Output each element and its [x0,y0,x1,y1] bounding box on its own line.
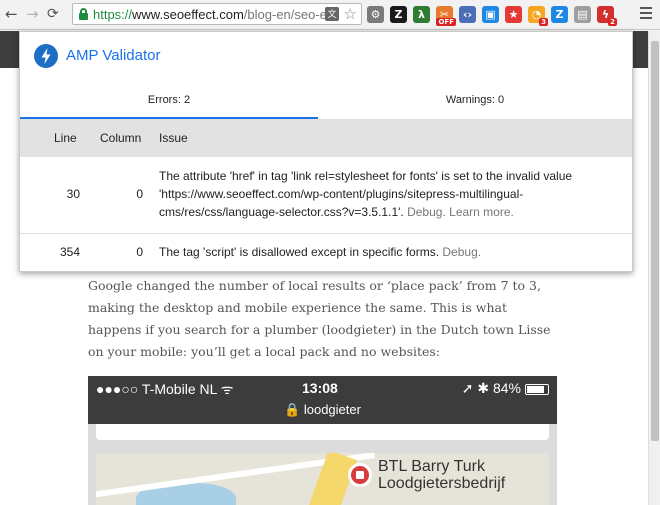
map-label: BTL Barry Turk Loodgietersbedrijf [378,458,506,492]
url-text: https://www.seoeffect.com/blog-en/seo-e [93,7,327,22]
scrollbar-thumb[interactable] [651,41,659,441]
lambda-extension-icon[interactable]: λ [413,6,430,23]
popup-header: AMP Validator [20,32,632,80]
forward-arrow-icon[interactable]: → [26,6,39,22]
wifi-icon: ᯤ [220,381,234,397]
cell-issue: The attribute 'href' in tag 'link rel=st… [159,167,619,221]
validator-tabs: Errors: 2 Warnings: 0 [20,80,632,120]
phone-battery: ➚ ✱ 84% [462,380,549,397]
pie-extension-icon[interactable]: ◔ 3 [528,6,548,26]
amp-extension-badge: 2 [608,18,617,26]
star-extension-icon[interactable]: ★ [505,6,522,23]
page-extension-icon[interactable]: ▤ [574,6,591,23]
table-row: 354 0 The tag 'script' is disallowed exc… [20,234,632,271]
table-row: 30 0 The attribute 'href' in tag 'link r… [20,157,632,234]
amp-extension-icon[interactable]: ϟ2 [597,6,617,26]
pie-extension-badge: 3 [539,18,548,26]
z-extension-icon[interactable]: Z [390,6,407,23]
popup-title: AMP Validator [66,47,161,64]
address-bar[interactable]: https://www.seoeffect.com/blog-en/seo-e … [72,3,362,25]
off-extension-icon[interactable]: ✂ OFF [436,6,456,26]
battery-icon [525,383,549,395]
window-extension-icon[interactable]: ▣ [482,6,499,23]
phone-time: 13:08 [302,380,338,396]
cell-line: 354 [59,245,80,259]
column-header-line: Line [54,131,77,145]
reload-icon[interactable]: ⟳ [47,6,59,22]
back-arrow-icon[interactable]: ← [5,6,18,22]
debug-link[interactable]: Debug. [442,245,481,259]
cell-line: 30 [66,187,80,201]
amp-bolt-icon [34,44,58,68]
page-scrollbar[interactable] [648,31,660,505]
active-tab-indicator [20,117,318,119]
learn-more-link[interactable]: Learn more. [449,205,514,219]
issue-text: The tag 'script' is disallowed except in… [159,245,440,259]
code-extension-icon[interactable]: ‹› [459,6,476,23]
cell-column: 0 [136,245,143,259]
lock-icon [79,8,88,20]
tab-errors[interactable]: Errors: 2 [20,80,318,120]
gear-extension-icon[interactable]: ⚙ [367,6,384,23]
tab-warnings[interactable]: Warnings: 0 [318,80,632,120]
star-icon[interactable]: ☆ [344,5,357,23]
phone-result-card [96,424,549,440]
cell-column: 0 [136,187,143,201]
table-header: Line Column Issue [20,120,632,157]
off-extension-badge: OFF [436,18,456,26]
amp-validator-popup: AMP Validator Errors: 2 Warnings: 0 Line… [19,31,633,272]
column-header-column: Column [100,131,142,145]
map-pin-icon [348,463,372,487]
column-header-issue: Issue [159,131,188,145]
z-blue-extension-icon[interactable]: Z [551,6,568,23]
phone-status-bar: ●●●○○ T-Mobile NL ᯤ 13:08 ➚ ✱ 84% 🔒 lood… [88,376,557,424]
article-paragraph: Google changed the number of local resul… [88,278,551,359]
cell-issue: The tag 'script' is disallowed except in… [159,245,619,260]
phone-screenshot: ●●●○○ T-Mobile NL ᯤ 13:08 ➚ ✱ 84% 🔒 lood… [88,376,557,505]
phone-map: BTL Barry Turk Loodgietersbedrijf [96,453,549,505]
article-body: Google changed the number of local resul… [88,275,558,363]
browser-toolbar: ← → ⟳ https://www.seoeffect.com/blog-en/… [0,0,660,30]
phone-search-query: 🔒 loodgieter [284,402,361,417]
translate-icon[interactable]: 文 [325,7,339,21]
menu-icon[interactable] [640,7,652,21]
debug-link[interactable]: Debug. [407,205,446,219]
phone-carrier: ●●●○○ T-Mobile NL ᯤ [96,381,234,397]
